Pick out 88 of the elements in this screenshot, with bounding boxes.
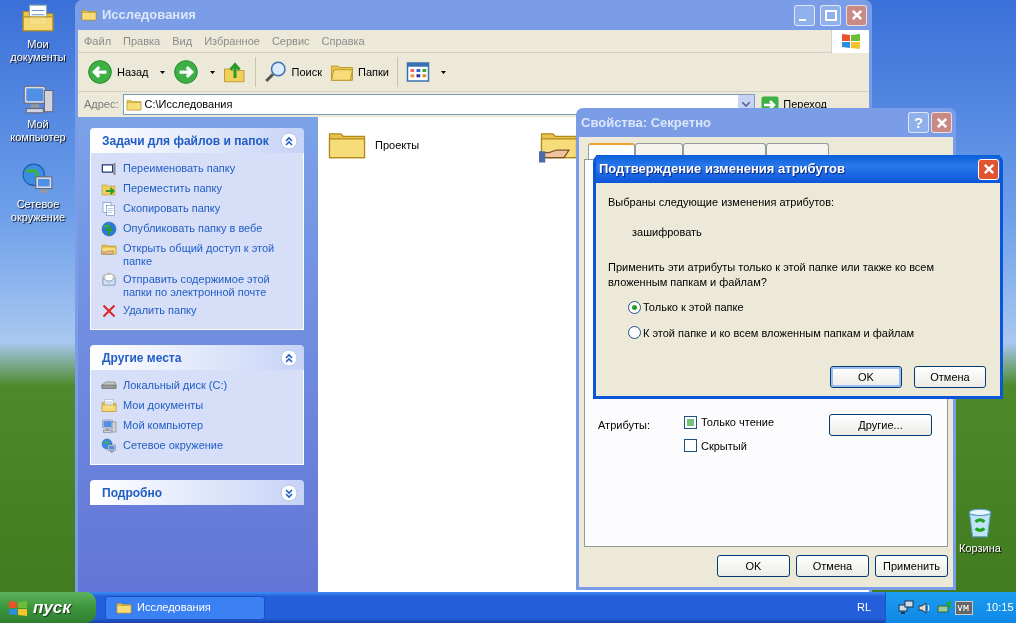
menu-item[interactable]: Файл [78,32,118,50]
attributes-label: Атрибуты: [598,418,651,433]
menu-item[interactable]: Вид [166,32,199,50]
search-icon [263,60,288,84]
desktop-icon-label[interactable]: Мои документы [0,38,76,64]
checkbox-label: Только чтение [701,415,775,430]
folder-icon [81,7,97,23]
collapse-chevron-icon[interactable] [280,348,298,367]
checkbox[interactable] [684,415,697,429]
radio-button[interactable] [628,326,641,340]
language-indicator[interactable]: RL [856,599,871,616]
panel-header[interactable]: Задачи для файлов и папок [90,128,304,153]
network-globe-icon [21,162,55,196]
network-globe-icon [101,438,117,454]
folder-up-icon [222,60,247,84]
clock: 10:15 [986,600,1014,616]
task-link[interactable]: Открыть общий доступ к этой папке [123,241,295,268]
close-icon [981,162,996,176]
menu-item[interactable]: Правка [117,32,167,50]
maximize-button[interactable] [820,4,841,26]
task-link[interactable]: Удалить папку [123,303,197,317]
documents-folder-icon [101,398,117,414]
rename-icon [101,161,117,177]
task-link[interactable]: Переименовать папку [123,161,236,175]
task-link[interactable]: Переместить папку [123,181,222,195]
search-button[interactable]: Поиск [260,56,325,88]
task-link[interactable]: Мои документы [123,398,204,412]
checkbox-label: Скрытый [701,438,747,454]
desktop-icon-label[interactable]: Сетевое окружение [0,198,76,224]
dialog-question: Применить эти атрибуты только к этой папке или также ко всем вложенным папкам и файлам? [608,260,936,290]
close-button[interactable] [931,112,952,133]
checkbox[interactable] [684,439,697,453]
dialog-button[interactable]: OK [717,555,790,577]
envelope-icon [101,272,117,288]
vm-tools-icon[interactable] [955,600,973,615]
delete-x-icon [101,303,117,319]
radio-label: Только к этой папке [643,300,744,315]
minimize-button[interactable] [794,4,815,26]
dialog-message: Выбраны следующие изменения атрибутов: [608,195,836,210]
folders-button[interactable]: Папки [327,56,392,88]
network-computers-icon[interactable] [898,599,914,616]
speaker-icon[interactable] [917,599,933,616]
desktop-icon-label[interactable]: Мой компьютер [0,118,76,144]
minimize-icon [799,18,806,21]
close-button[interactable] [846,4,867,26]
other-attributes-button[interactable]: Другие... [829,414,932,436]
hardware-icon[interactable] [936,599,952,616]
close-icon [849,8,864,22]
computer-icon [101,418,117,434]
task-link[interactable]: Скопировать папку [123,201,221,215]
collapse-chevron-icon[interactable] [280,131,298,150]
folder-name[interactable]: Проекты [375,136,420,154]
taskbar-button[interactable]: Исследования [105,595,265,620]
shared-folder-icon [101,241,117,257]
windows-flag-icon [840,32,861,50]
task-link[interactable]: Локальный диск (C:) [123,378,228,392]
menu-item[interactable]: Избранное [198,32,266,50]
dialog-button[interactable]: Отмена [914,366,986,388]
attribute-change: зашифровать [631,224,703,240]
copy-pages-icon [101,201,117,217]
task-link[interactable]: Мой компьютер [123,418,204,432]
dialog-button[interactable]: Отмена [796,555,869,577]
move-folder-icon [101,181,117,197]
address-label: Адрес: [84,97,119,113]
dialog-title: Подтверждение изменения атрибутов [599,160,846,179]
task-link[interactable]: Отправить содержимое этой папки по электронной почте [123,272,295,299]
globe-upload-icon [101,221,117,237]
task-link[interactable]: Опубликовать папку в вебе [123,221,263,235]
dialog-button[interactable]: OK [830,366,902,388]
desktop-icon-label[interactable]: Корзина [959,542,1001,555]
menu-item[interactable]: Сервис [265,32,316,50]
maximize-icon [824,9,837,21]
radio-label: К этой папке и ко всем вложенным папкам и файлам [643,325,915,341]
panel-header[interactable]: Другие места [90,345,304,370]
windows-flag-icon [8,598,28,617]
dialog-button[interactable]: Применить [875,555,948,577]
menu-item[interactable]: Справка [315,32,371,50]
radio-button[interactable] [628,300,641,314]
panel-header[interactable]: Подробно [90,480,304,505]
task-link[interactable]: Сетевое окружение [123,438,224,452]
expand-chevron-icon[interactable] [280,483,298,502]
window-title: Исследования [102,6,197,25]
close-button[interactable] [978,158,999,180]
close-icon [934,115,949,130]
start-button[interactable]: пуск [0,592,96,623]
dialog-title: Свойства: Секретно [581,113,712,132]
back-button[interactable]: Назад [84,56,168,88]
views-grid-icon [405,60,430,84]
